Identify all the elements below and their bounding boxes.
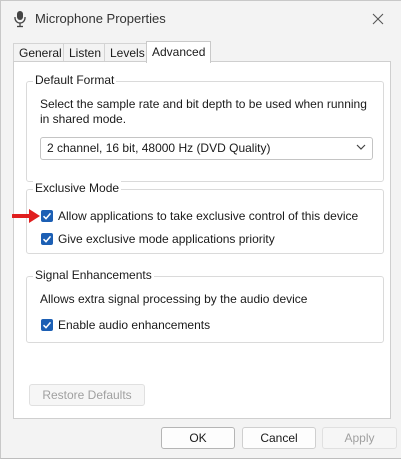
tab-listen[interactable]: Listen (63, 43, 108, 62)
red-arrow-icon (12, 209, 40, 223)
restore-defaults-button[interactable]: Restore Defaults (29, 384, 145, 406)
close-icon (372, 13, 384, 25)
cancel-button[interactable]: Cancel (242, 427, 316, 449)
enable-audio-enhancements-checkbox[interactable] (41, 319, 53, 331)
chevron-down-icon (356, 144, 366, 150)
allow-exclusive-control-label: Allow applications to take exclusive con… (58, 209, 359, 223)
checkmark-icon (42, 235, 52, 243)
title-bar[interactable]: Microphone Properties (1, 1, 401, 37)
tab-general[interactable]: General (13, 43, 68, 62)
default-format-legend: Default Format (33, 73, 117, 87)
default-format-description-line-1: Select the sample rate and bit depth to … (40, 97, 367, 111)
window-title: Microphone Properties (35, 11, 166, 26)
signal-enhancements-legend: Signal Enhancements (33, 268, 154, 282)
exclusive-mode-legend: Exclusive Mode (33, 181, 122, 195)
allow-exclusive-control-option[interactable]: Allow applications to take exclusive con… (41, 208, 358, 224)
exclusive-priority-label: Give exclusive mode applications priorit… (58, 232, 275, 246)
checkmark-icon (42, 321, 52, 329)
exclusive-priority-checkbox[interactable] (41, 233, 53, 245)
default-format-description: Select the sample rate and bit depth to … (40, 97, 367, 127)
microphone-properties-dialog: Microphone Properties General Listen Lev… (0, 0, 401, 459)
advanced-tab-panel: Default Format Select the sample rate an… (13, 61, 391, 419)
default-format-description-line-2: in shared mode. (40, 112, 127, 126)
exclusive-mode-group: Exclusive Mode Allow applications to tak… (26, 181, 384, 254)
enable-audio-enhancements-option[interactable]: Enable audio enhancements (41, 317, 210, 333)
default-format-selected-value: 2 channel, 16 bit, 48000 Hz (DVD Quality… (47, 141, 271, 155)
checkmark-icon (42, 212, 52, 220)
ok-button[interactable]: OK (161, 427, 235, 449)
allow-exclusive-control-checkbox[interactable] (41, 210, 53, 222)
apply-button[interactable]: Apply (322, 427, 397, 449)
signal-enhancements-group: Signal Enhancements Allows extra signal … (26, 268, 384, 343)
default-format-group: Default Format Select the sample rate an… (26, 73, 384, 182)
microphone-icon (14, 11, 26, 28)
signal-enhancements-description: Allows extra signal processing by the au… (40, 292, 308, 306)
default-format-select[interactable]: 2 channel, 16 bit, 48000 Hz (DVD Quality… (40, 137, 373, 160)
exclusive-priority-option[interactable]: Give exclusive mode applications priorit… (41, 231, 275, 247)
tab-levels[interactable]: Levels (104, 43, 151, 62)
enable-audio-enhancements-label: Enable audio enhancements (58, 318, 211, 332)
close-button[interactable] (355, 1, 401, 37)
tab-advanced[interactable]: Advanced (146, 41, 212, 63)
